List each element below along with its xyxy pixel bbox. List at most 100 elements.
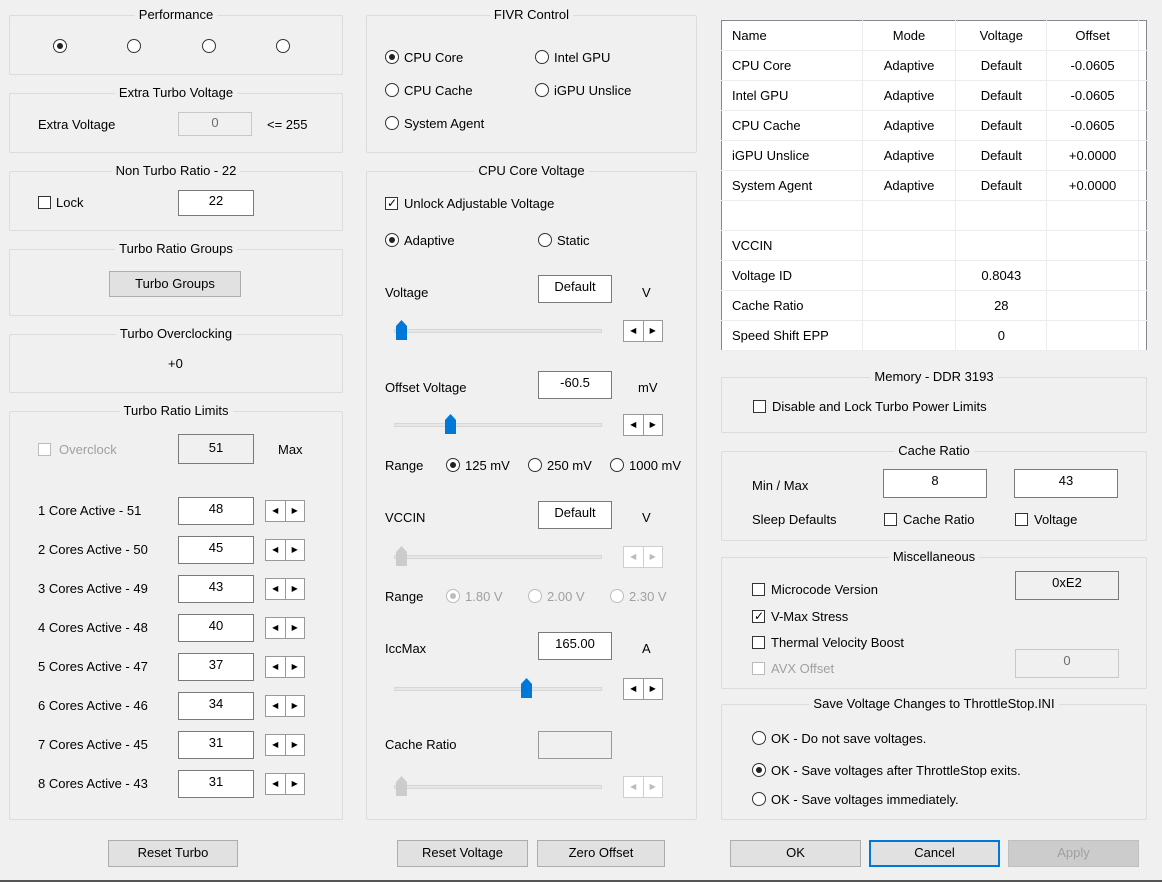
core-active-spinner-7[interactable]: ◀ ▶ <box>265 734 305 756</box>
voltage-slider-track[interactable] <box>394 329 602 333</box>
fivr-cpu-core-radio[interactable] <box>385 50 399 64</box>
vccin-spinner[interactable]: ◀ ▶ <box>623 546 663 568</box>
save-option-radio-3[interactable] <box>752 792 766 806</box>
right-arrow-icon[interactable]: ▶ <box>286 579 305 599</box>
left-arrow-icon[interactable]: ◀ <box>266 579 286 599</box>
save-option-radio-1[interactable] <box>752 731 766 745</box>
overclock-value-field[interactable]: 51 <box>178 434 254 464</box>
apply-button[interactable]: Apply <box>1008 840 1139 867</box>
unlock-voltage-checkbox[interactable]: ✓ <box>385 196 398 210</box>
right-arrow-icon[interactable]: ▶ <box>286 774 305 794</box>
table-row[interactable]: Cache Ratio 28 <box>721 290 1147 321</box>
table-row[interactable]: Intel GPU Adaptive Default -0.0605 <box>721 80 1147 111</box>
offset-voltage-field[interactable]: -60.5 <box>538 371 612 399</box>
left-arrow-icon[interactable]: ◀ <box>266 501 286 521</box>
table-row[interactable] <box>721 200 1147 231</box>
table-row[interactable]: CPU Cache Adaptive Default -0.0605 <box>721 110 1147 141</box>
right-arrow-icon[interactable]: ▶ <box>286 657 305 677</box>
reset-voltage-button[interactable]: Reset Voltage <box>397 840 528 867</box>
core-active-field-5[interactable]: 37 <box>178 653 254 681</box>
fivr-cpu-cache-radio[interactable] <box>385 83 399 97</box>
vccin-range-180v-radio[interactable] <box>446 589 460 603</box>
table-row[interactable]: System Agent Adaptive Default +0.0000 <box>721 170 1147 201</box>
cache-ratio-slider-thumb[interactable] <box>396 776 407 796</box>
core-active-spinner-2[interactable]: ◀ ▶ <box>265 539 305 561</box>
avx-offset-field[interactable]: 0 <box>1015 649 1119 678</box>
performance-radio-1[interactable] <box>53 39 67 53</box>
cache-ratio-spinner[interactable]: ◀ ▶ <box>623 776 663 798</box>
fivr-system-agent-radio[interactable] <box>385 116 399 130</box>
static-radio[interactable] <box>538 233 552 247</box>
core-active-field-3[interactable]: 43 <box>178 575 254 603</box>
microcode-version-checkbox[interactable] <box>752 583 765 596</box>
core-active-field-4[interactable]: 40 <box>178 614 254 642</box>
avx-offset-checkbox[interactable] <box>752 662 765 675</box>
left-arrow-icon[interactable]: ◀ <box>266 540 286 560</box>
range-125mv-radio[interactable] <box>446 458 460 472</box>
core-active-spinner-4[interactable]: ◀ ▶ <box>265 617 305 639</box>
range-250mv-radio[interactable] <box>528 458 542 472</box>
right-arrow-icon[interactable]: ▶ <box>286 501 305 521</box>
table-header-name[interactable]: Name <box>721 20 863 51</box>
performance-radio-2[interactable] <box>127 39 141 53</box>
turbo-groups-button[interactable]: Turbo Groups <box>109 271 241 297</box>
fivr-intel-gpu-radio[interactable] <box>535 50 549 64</box>
v-max-stress-checkbox[interactable]: ✓ <box>752 609 765 623</box>
table-row[interactable]: iGPU Unslice Adaptive Default +0.0000 <box>721 140 1147 171</box>
core-active-spinner-5[interactable]: ◀ ▶ <box>265 656 305 678</box>
right-arrow-icon[interactable]: ▶ <box>644 547 663 567</box>
core-active-field-8[interactable]: 31 <box>178 770 254 798</box>
cache-ratio-max-field[interactable]: 43 <box>1014 469 1118 498</box>
range-1000mv-radio[interactable] <box>610 458 624 472</box>
table-header-voltage[interactable]: Voltage <box>955 20 1048 51</box>
non-turbo-ratio-field[interactable]: 22 <box>178 190 254 216</box>
voltage-slider-thumb[interactable] <box>396 320 407 340</box>
table-row[interactable]: CPU Core Adaptive Default -0.0605 <box>721 50 1147 81</box>
core-active-spinner-8[interactable]: ◀ ▶ <box>265 773 305 795</box>
vccin-range-230v-radio[interactable] <box>610 589 624 603</box>
extra-voltage-field[interactable]: 0 <box>178 112 252 136</box>
performance-radio-4[interactable] <box>276 39 290 53</box>
cache-ratio-voltage-field[interactable] <box>538 731 612 759</box>
right-arrow-icon[interactable]: ▶ <box>644 777 663 797</box>
table-row[interactable]: Speed Shift EPP 0 <box>721 320 1147 351</box>
right-arrow-icon[interactable]: ▶ <box>644 415 663 435</box>
iccmax-slider-track[interactable] <box>394 687 602 691</box>
left-arrow-icon[interactable]: ◀ <box>624 547 644 567</box>
left-arrow-icon[interactable]: ◀ <box>266 657 286 677</box>
table-header-offset[interactable]: Offset <box>1046 20 1139 51</box>
cancel-button[interactable]: Cancel <box>869 840 1000 867</box>
ok-button[interactable]: OK <box>730 840 861 867</box>
vccin-field[interactable]: Default <box>538 501 612 529</box>
performance-radio-3[interactable] <box>202 39 216 53</box>
iccmax-field[interactable]: 165.00 <box>538 632 612 660</box>
save-option-radio-2[interactable] <box>752 763 766 777</box>
core-active-field-7[interactable]: 31 <box>178 731 254 759</box>
left-arrow-icon[interactable]: ◀ <box>624 415 644 435</box>
core-active-spinner-1[interactable]: ◀ ▶ <box>265 500 305 522</box>
lock-checkbox[interactable] <box>38 196 51 209</box>
cache-ratio-slider-track[interactable] <box>394 785 602 789</box>
core-active-field-2[interactable]: 45 <box>178 536 254 564</box>
left-arrow-icon[interactable]: ◀ <box>266 696 286 716</box>
core-active-field-1[interactable]: 48 <box>178 497 254 525</box>
disable-turbo-power-limits-checkbox[interactable] <box>753 400 766 413</box>
voltage-spinner[interactable]: ◀ ▶ <box>623 320 663 342</box>
table-row[interactable]: VCCIN <box>721 230 1147 261</box>
adaptive-radio[interactable] <box>385 233 399 247</box>
offset-slider-track[interactable] <box>394 423 602 427</box>
left-arrow-icon[interactable]: ◀ <box>266 774 286 794</box>
left-arrow-icon[interactable]: ◀ <box>624 679 644 699</box>
sleep-cache-ratio-checkbox[interactable] <box>884 513 897 526</box>
left-arrow-icon[interactable]: ◀ <box>624 777 644 797</box>
microcode-version-field[interactable]: 0xE2 <box>1015 571 1119 600</box>
offset-spinner[interactable]: ◀ ▶ <box>623 414 663 436</box>
voltage-field[interactable]: Default <box>538 275 612 303</box>
core-active-spinner-3[interactable]: ◀ ▶ <box>265 578 305 600</box>
iccmax-spinner[interactable]: ◀ ▶ <box>623 678 663 700</box>
vccin-slider-track[interactable] <box>394 555 602 559</box>
left-arrow-icon[interactable]: ◀ <box>266 735 286 755</box>
right-arrow-icon[interactable]: ▶ <box>286 696 305 716</box>
vccin-range-200v-radio[interactable] <box>528 589 542 603</box>
table-header-mode[interactable]: Mode <box>862 20 957 51</box>
